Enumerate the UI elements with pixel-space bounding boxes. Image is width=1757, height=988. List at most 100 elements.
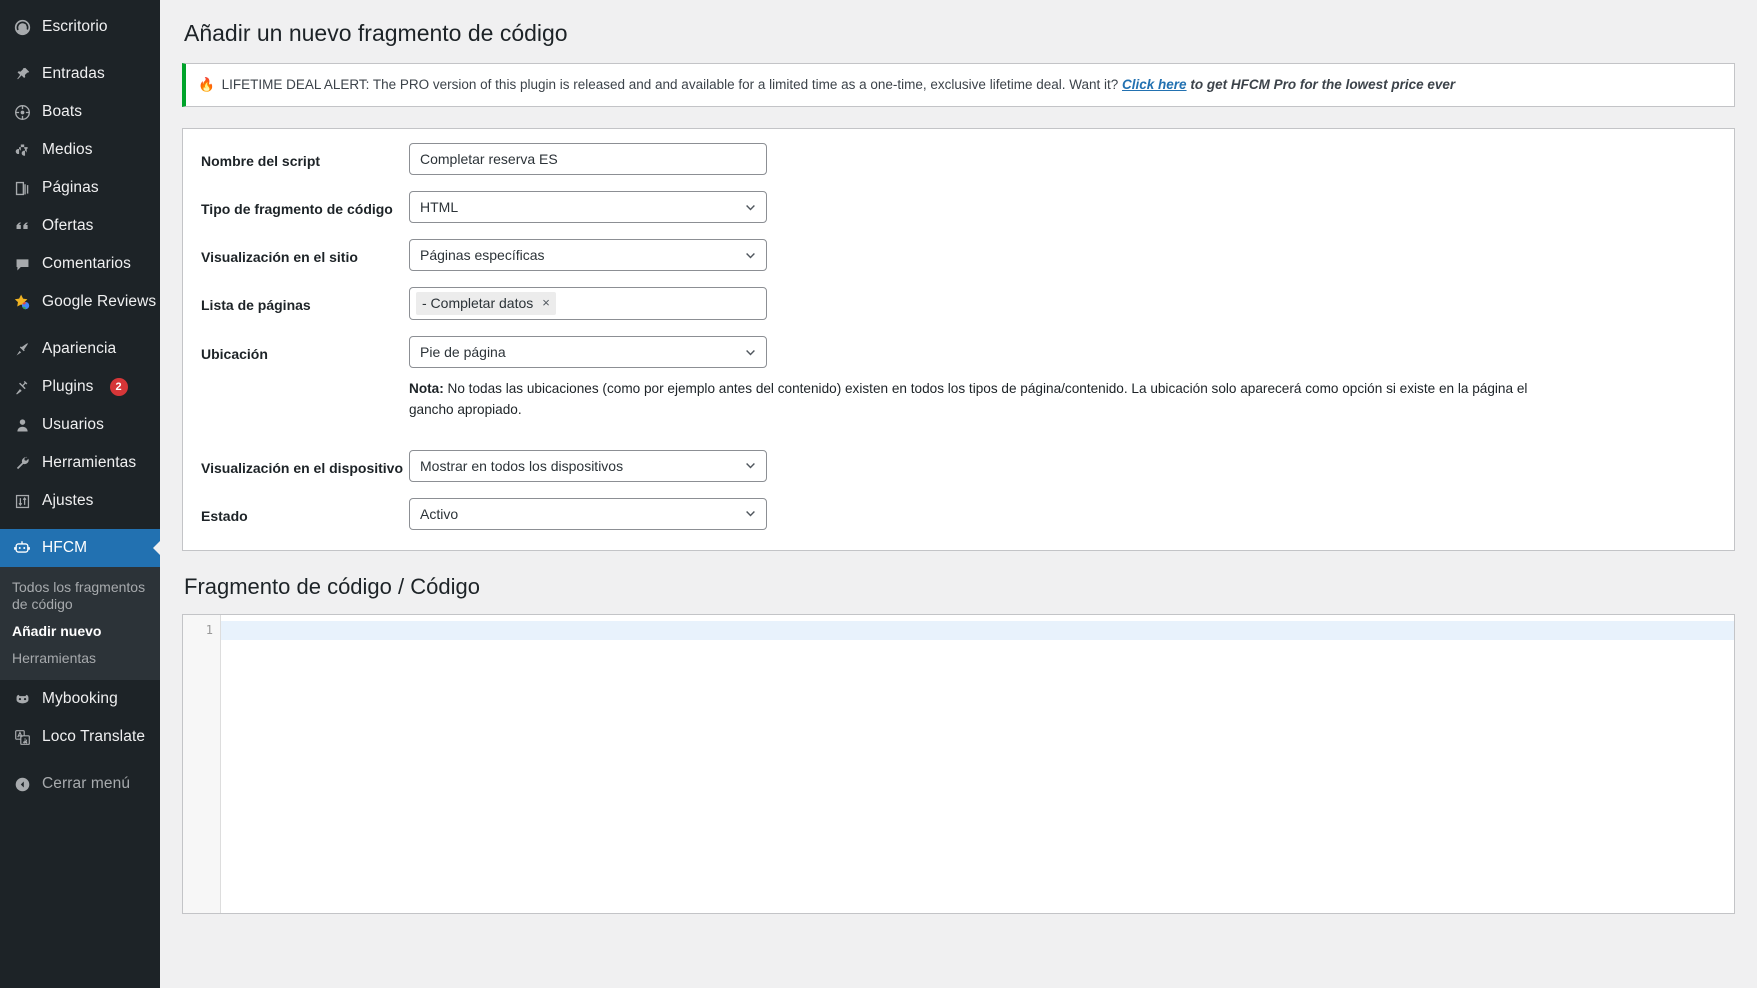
field-label: Ubicación (201, 346, 268, 363)
location-note: Nota: No todas las ubicaciones (como por… (409, 378, 1534, 420)
hfcm-submenu: Todos los fragmentos de código Añadir nu… (0, 567, 160, 680)
line-number: 1 (205, 622, 213, 637)
sidebar-item-label: Escritorio (42, 18, 108, 35)
sidebar-item-label: HFCM (42, 539, 88, 556)
sidebar-divider (0, 321, 160, 330)
field-label: Estado (201, 507, 248, 524)
selected-page-tag: - Completar datos × (416, 292, 556, 316)
page-title: Añadir un nuevo fragmento de código (184, 20, 568, 46)
notice-text: LIFETIME DEAL ALERT: The PRO version of … (221, 76, 1119, 92)
pin-icon (12, 64, 32, 84)
field-location: Ubicación Pie de página Nota: No todas l… (201, 336, 1714, 434)
submenu-item-anadir-nuevo[interactable]: Añadir nuevo (0, 618, 160, 645)
notice-link[interactable]: Click here (1122, 77, 1187, 92)
code-editor[interactable]: 1 (182, 613, 1735, 914)
sidebar-divider (0, 520, 160, 529)
tag-label: - Completar datos (422, 295, 534, 312)
sidebar-item-cerrar-menu[interactable]: Cerrar menú (0, 765, 160, 803)
collapse-icon (12, 774, 32, 794)
sidebar-item-hfcm[interactable]: HFCM (0, 529, 160, 567)
sidebar-item-label: Medios (42, 141, 93, 158)
sidebar-item-label: Usuarios (42, 416, 104, 433)
field-label: Lista de páginas (201, 297, 311, 314)
boats-icon (12, 102, 32, 122)
field-label: Visualización en el dispositivo (201, 459, 404, 476)
field-status: Estado Activo (201, 497, 1714, 530)
mybooking-icon (12, 689, 32, 709)
robot-icon (12, 538, 32, 558)
plugins-update-badge: 2 (109, 378, 128, 396)
field-label: Nombre del script (201, 153, 321, 170)
pages-icon (12, 178, 32, 198)
sidebar-item-label: Ofertas (42, 217, 94, 234)
sidebar-item-entradas[interactable]: Entradas (0, 55, 160, 93)
sidebar-item-paginas[interactable]: Páginas (0, 169, 160, 207)
sidebar-item-label: Apariencia (42, 340, 117, 357)
code-section-title: Fragmento de código / Código (184, 573, 480, 599)
sidebar-item-escritorio[interactable]: Escritorio (0, 8, 160, 46)
brush-icon (12, 339, 32, 359)
sidebar-item-label: Entradas (42, 65, 105, 82)
user-icon (12, 415, 32, 435)
sidebar-item-label: Boats (42, 103, 83, 120)
sidebar-item-apariencia[interactable]: Apariencia (0, 330, 160, 368)
status-select[interactable]: Activo (409, 497, 767, 530)
active-line-highlight (221, 620, 1734, 640)
remove-tag-icon[interactable]: × (542, 294, 550, 312)
field-site-display: Visualización en el sitio Páginas especí… (201, 239, 1714, 272)
site-display-select[interactable]: Páginas específicas (409, 239, 767, 272)
plugin-icon (12, 377, 32, 397)
sidebar-item-loco-translate[interactable]: Loco Translate (0, 718, 160, 756)
sidebar-divider (0, 756, 160, 765)
sidebar-item-label: Páginas (42, 179, 99, 196)
settings-icon (12, 491, 32, 511)
field-label: Visualización en el sitio (201, 249, 358, 266)
field-script-name: Nombre del script (201, 143, 1714, 176)
field-page-list: Lista de páginas - Completar datos × (201, 287, 1714, 321)
note-prefix: Nota: (409, 381, 444, 397)
sidebar-item-mybooking[interactable]: Mybooking (0, 680, 160, 718)
sidebar-item-ofertas[interactable]: Ofertas (0, 207, 160, 245)
page-list-tag-input[interactable]: - Completar datos × (409, 287, 767, 321)
translate-icon (12, 727, 32, 747)
sidebar-item-label: Google Reviews (42, 293, 157, 310)
snippet-settings-card: Nombre del script Tipo de fragmento de c… (182, 128, 1735, 551)
sidebar-item-label: Cerrar menú (42, 775, 131, 792)
sidebar-item-google-reviews[interactable]: Google Reviews (0, 283, 160, 321)
sidebar-item-comentarios[interactable]: Comentarios (0, 245, 160, 283)
submenu-item-todos-los-fragmentos[interactable]: Todos los fragmentos de código (0, 574, 160, 618)
sidebar-item-boats[interactable]: Boats (0, 93, 160, 131)
comment-icon (12, 254, 32, 274)
admin-page: Escritorio Entradas Boats Medios Páginas… (0, 0, 1757, 988)
sidebar-item-label: Loco Translate (42, 728, 146, 745)
sidebar-item-herramientas[interactable]: Herramientas (0, 444, 160, 482)
sidebar-item-label: Mybooking (42, 690, 118, 707)
field-device-display: Visualización en el dispositivo Mostrar … (201, 449, 1714, 482)
note-text: No todas las ubicaciones (como por ejemp… (409, 381, 1528, 418)
sidebar-item-label: Comentarios (42, 255, 131, 272)
lifetime-deal-notice: 🔥 LIFETIME DEAL ALERT: The PRO version o… (182, 62, 1735, 108)
wrench-icon (12, 453, 32, 473)
editor-gutter: 1 (183, 614, 221, 913)
dashboard-icon (12, 17, 32, 37)
sidebar-divider (0, 46, 160, 55)
field-snippet-type: Tipo de fragmento de código HTML (201, 191, 1714, 224)
snippet-type-select[interactable]: HTML (409, 191, 767, 224)
media-icon (12, 140, 32, 160)
device-display-select[interactable]: Mostrar en todos los dispositivos (409, 449, 767, 482)
field-label: Tipo de fragmento de código (201, 201, 393, 218)
fire-icon: 🔥 (198, 76, 215, 92)
location-select[interactable]: Pie de página (409, 336, 767, 369)
submenu-item-herramientas[interactable]: Herramientas (0, 645, 160, 672)
sidebar-item-label: Herramientas (42, 454, 137, 471)
main-content: Añadir un nuevo fragmento de código 🔥 LI… (160, 0, 1757, 988)
sidebar-item-usuarios[interactable]: Usuarios (0, 406, 160, 444)
notice-text-tail: to get HFCM Pro for the lowest price eve… (1190, 76, 1456, 92)
sidebar-item-ajustes[interactable]: Ajustes (0, 482, 160, 520)
sidebar-item-plugins[interactable]: Plugins 2 (0, 368, 160, 406)
admin-sidebar: Escritorio Entradas Boats Medios Páginas… (0, 0, 160, 988)
editor-code-area[interactable] (221, 615, 1734, 913)
script-name-input[interactable] (409, 143, 767, 176)
quote-icon (12, 216, 32, 236)
sidebar-item-medios[interactable]: Medios (0, 131, 160, 169)
